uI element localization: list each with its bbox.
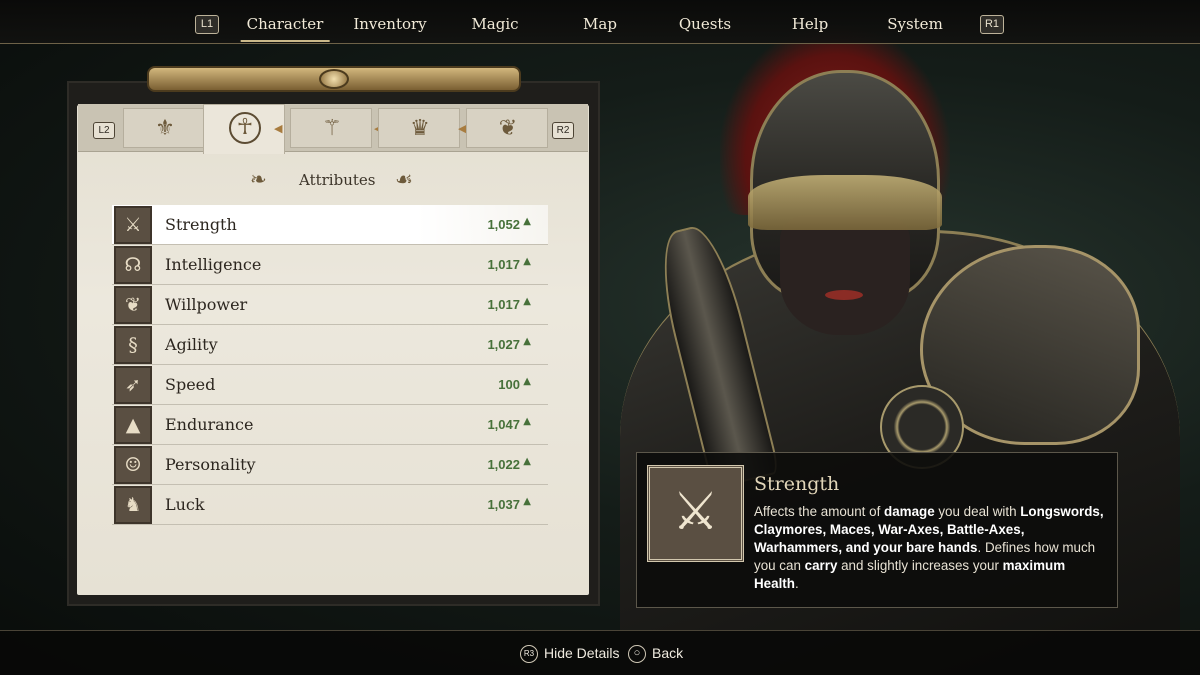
r3-button-icon: R3 [520, 645, 538, 664]
sword-fist-icon: ⚔ [647, 465, 744, 562]
tab-inventory[interactable]: Inventory [353, 15, 426, 33]
section-title: Attributes [299, 171, 376, 189]
attribute-name: Willpower [165, 295, 248, 314]
increase-arrow-icon: ▲ [523, 336, 531, 347]
detail-title: Strength [754, 473, 840, 495]
hide-details-label: Hide Details [544, 645, 620, 661]
detail-description: Affects the amount of damage you deal wi… [754, 503, 1106, 593]
description-text: and slightly increases your [837, 558, 1003, 573]
panel-ornament [147, 66, 521, 92]
bottom-hint-bar: R3 Hide Details ○ Back [0, 630, 1200, 675]
description-text: Affects the amount of [754, 504, 885, 519]
tab-skills-emblem[interactable]: ⚚ [290, 108, 372, 148]
attributes-emblem-icon: ☥ [229, 112, 261, 144]
attribute-name: Agility [165, 335, 218, 354]
tab-quests[interactable]: Quests [679, 15, 731, 33]
attribute-row-speed[interactable]: ➶ Speed 100 ▲ [112, 365, 548, 405]
l1-button-prompt[interactable]: L1 [195, 15, 219, 34]
attribute-value: 1,052 [487, 217, 520, 232]
tab-crown-emblem[interactable]: ♛ [378, 108, 460, 148]
class-emblem-icon: ⚜ [155, 116, 175, 141]
attribute-name: Endurance [165, 415, 254, 434]
circle-button-icon: ○ [628, 645, 646, 664]
lips [825, 290, 863, 300]
attribute-name: Personality [165, 455, 256, 474]
tab-help[interactable]: Help [792, 15, 828, 33]
increase-arrow-icon: ▲ [523, 296, 531, 307]
attribute-row-luck[interactable]: ♞ Luck 1,037 ▲ [112, 485, 548, 525]
tab-attributes-emblem[interactable]: ☥ [203, 104, 285, 154]
right-flourish-icon: ☙ [395, 167, 413, 191]
attribute-value: 1,017 [487, 297, 520, 312]
increase-arrow-icon: ▲ [523, 256, 531, 267]
increase-arrow-icon: ▲ [523, 416, 531, 427]
sword-fist-icon: ⚔ [114, 206, 152, 244]
brain-icon: ☊ [114, 246, 152, 284]
left-flourish-icon: ❧ [250, 167, 267, 191]
nav-divider [0, 43, 1200, 44]
attribute-name: Speed [165, 375, 216, 394]
r2-button-prompt[interactable]: R2 [552, 122, 574, 139]
attribute-value: 1,022 [487, 457, 520, 472]
unicorn-icon: ♞ [114, 486, 152, 524]
attribute-row-strength[interactable]: ⚔ Strength 1,052 ▲ [112, 205, 548, 245]
attribute-row-personality[interactable]: ☺ Personality 1,022 ▲ [112, 445, 548, 485]
category-tab-bar: L2 ⚜ ▶ ☥ ◀ ⚚ ◀ ♛ ◀ ❦ R2 [78, 104, 588, 154]
description-keyword: damage [884, 504, 935, 519]
attribute-name: Strength [165, 215, 237, 234]
flame-hand-icon: ❦ [114, 286, 152, 324]
description-keyword: carry [804, 558, 838, 573]
skills-emblem-icon: ⚚ [322, 116, 342, 141]
increase-arrow-icon: ▲ [523, 216, 531, 227]
face [780, 215, 910, 335]
ornament-gem [319, 69, 349, 89]
tab-map[interactable]: Map [583, 15, 617, 33]
arrow-icon: ➶ [114, 366, 152, 404]
tab-class-emblem[interactable]: ⚜ [123, 108, 205, 148]
description-text: . [794, 576, 799, 591]
back-hint[interactable]: ○ Back [628, 645, 684, 664]
increase-arrow-icon: ▲ [523, 376, 531, 387]
back-label: Back [652, 645, 684, 661]
attribute-value: 1,017 [487, 257, 520, 272]
attribute-name: Luck [165, 495, 205, 514]
increase-arrow-icon: ▲ [523, 456, 531, 467]
attribute-value: 100 [498, 377, 520, 392]
increase-arrow-icon: ▲ [523, 496, 531, 507]
faction-emblem-icon: ❦ [498, 116, 518, 141]
l2-button-prompt[interactable]: L2 [93, 122, 115, 139]
attribute-value: 1,027 [487, 337, 520, 352]
crown-emblem-icon: ♛ [410, 116, 430, 141]
attribute-value: 1,037 [487, 497, 520, 512]
attribute-detail-box: ⚔ Strength Affects the amount of damage … [636, 452, 1118, 608]
helmet-visor [748, 175, 942, 230]
tab-faction-emblem[interactable]: ❦ [466, 108, 548, 148]
tab-separator-arrow: ◀ [274, 122, 283, 135]
attribute-name: Intelligence [165, 255, 262, 274]
mask-icon: ☺ [114, 446, 152, 484]
swirl-icon: § [114, 326, 152, 364]
hide-details-hint[interactable]: R3 Hide Details [520, 645, 620, 664]
tab-character[interactable]: Character [240, 15, 329, 42]
attribute-row-willpower[interactable]: ❦ Willpower 1,017 ▲ [112, 285, 548, 325]
mountain-icon: ▲ [114, 406, 152, 444]
tab-magic[interactable]: Magic [471, 15, 518, 33]
attribute-row-agility[interactable]: § Agility 1,027 ▲ [112, 325, 548, 365]
attribute-row-endurance[interactable]: ▲ Endurance 1,047 ▲ [112, 405, 548, 445]
r1-button-prompt[interactable]: R1 [980, 15, 1004, 34]
attribute-list: ⚔ Strength 1,052 ▲ ☊ Intelligence 1,017 … [112, 205, 548, 525]
description-text: you deal with [934, 504, 1021, 519]
attribute-row-intelligence[interactable]: ☊ Intelligence 1,017 ▲ [112, 245, 548, 285]
top-nav-bar: L1 Character Inventory Magic Map Quests … [0, 0, 1200, 44]
attribute-value: 1,047 [487, 417, 520, 432]
tab-system[interactable]: System [887, 15, 943, 33]
